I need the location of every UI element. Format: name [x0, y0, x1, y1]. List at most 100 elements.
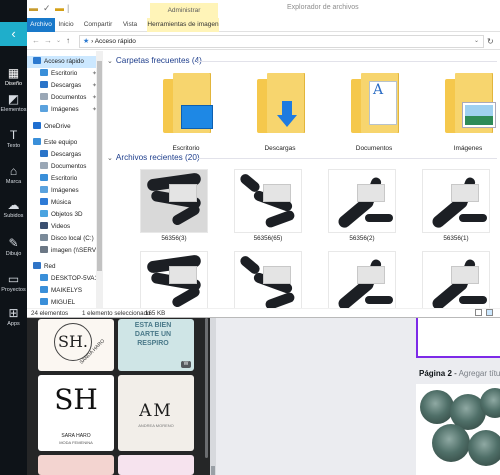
- recent-file[interactable]: [328, 251, 396, 308]
- file-thumbnail: [140, 169, 208, 233]
- nav-item[interactable]: MAIKELYS: [27, 285, 99, 297]
- rail-item-marca[interactable]: ⌂ Marca: [0, 164, 27, 186]
- nav-item-label: Escritorio: [51, 70, 78, 77]
- template-caption: MODA FEMENINA: [59, 440, 93, 445]
- chevron-down-icon[interactable]: ⌄: [474, 36, 479, 47]
- folder-icon: A: [347, 73, 401, 135]
- title-bar: ▬ ✓ ▬ | Administrar Explorador de archiv…: [27, 0, 500, 18]
- pen-icon: ✎: [8, 236, 19, 250]
- ribbon-tab[interactable]: Archivo: [27, 18, 55, 32]
- page-1-preview[interactable]: [416, 318, 500, 358]
- properties-icon[interactable]: ✓: [43, 3, 51, 14]
- recent-locations-chevron-icon[interactable]: ⌄: [56, 35, 61, 47]
- up-arrow-icon[interactable]: ↑: [66, 35, 70, 47]
- file-thumbnail: [234, 169, 302, 233]
- file-thumbnail: [140, 251, 208, 308]
- refresh-icon[interactable]: ↻: [487, 36, 494, 47]
- nav-item-label: MAIKELYS: [51, 287, 83, 294]
- forward-arrow-icon[interactable]: →: [44, 35, 52, 47]
- quick-access-toolbar-dropdown-icon[interactable]: |: [67, 3, 69, 13]
- rail-item-label: Apps: [7, 321, 20, 327]
- ribbon-tab[interactable]: Herramientas de imagen: [147, 18, 219, 32]
- nav-item[interactable]: Documentos: [27, 161, 99, 173]
- nav-item[interactable]: Imágenes ✦: [27, 104, 99, 116]
- content-pane: ⌄ Carpetas frecuentes (4) Escritorio Desca…: [105, 51, 500, 308]
- ribbon-tab[interactable]: Vista: [119, 18, 141, 32]
- template-caption: SARA HARO: [61, 433, 91, 439]
- frequent-folder[interactable]: Escritorio: [151, 73, 221, 153]
- recent-file[interactable]: [140, 251, 208, 308]
- frequent-folder[interactable]: A Documentos: [339, 73, 409, 153]
- rail-item-texto[interactable]: T Texto: [0, 128, 27, 150]
- recent-file[interactable]: 56356(1): [422, 169, 490, 242]
- canvas-scrollbar[interactable]: [210, 318, 216, 475]
- recent-files-header[interactable]: ⌄ Archivos recientes (20): [107, 153, 200, 162]
- rail-item-proyectos[interactable]: ▭ Proyectos: [0, 272, 27, 294]
- frequent-folders-header[interactable]: ⌄ Carpetas frecuentes (4): [107, 56, 202, 65]
- product-label-image: [357, 184, 385, 202]
- large-icons-view-icon[interactable]: [486, 309, 493, 316]
- template-thumbnail[interactable]: SH. SANDA HARO: [38, 319, 114, 371]
- rail-item-subidos[interactable]: ☁ Subidos: [0, 198, 27, 220]
- premium-badge: W: [181, 361, 191, 368]
- nav-item[interactable]: OneDrive: [27, 121, 99, 133]
- landscape-picture-icon: [462, 102, 496, 128]
- canva-side-rail: ‹ ▦ Diseño ◩ Elementos T Texto ⌂ Marca ☁ Subidos ✎…: [0, 0, 27, 475]
- details-view-icon[interactable]: [475, 309, 482, 316]
- pictures-icon: [40, 186, 48, 193]
- navigation-pane-scrollbar[interactable]: [96, 51, 103, 308]
- recent-file[interactable]: 56356(3): [140, 169, 208, 242]
- nav-item-label: Documentos: [51, 163, 87, 170]
- template-thumbnail[interactable]: AM ANDREA MORENO: [118, 375, 194, 451]
- ribbon-tab[interactable]: Inicio: [57, 18, 75, 32]
- rail-item-diseño[interactable]: ▦ Diseño: [0, 66, 27, 88]
- rail-item-dibujo[interactable]: ✎ Dibujo: [0, 236, 27, 258]
- nav-item[interactable]: Descargas ✦: [27, 80, 99, 92]
- ribbon-tab[interactable]: Compartir: [81, 18, 115, 32]
- nav-item-label: Documentos: [51, 94, 87, 101]
- scrollbar-thumb[interactable]: [211, 466, 215, 475]
- rail-item-apps[interactable]: ⊞ Apps: [0, 306, 27, 328]
- nav-item[interactable]: Acceso rápido: [27, 56, 99, 68]
- nav-item[interactable]: Escritorio ✦: [27, 68, 99, 80]
- nav-item-label: Red: [44, 263, 56, 270]
- nav-item[interactable]: Red: [27, 261, 99, 273]
- back-arrow-icon[interactable]: ←: [32, 35, 40, 47]
- rail-item-elementos[interactable]: ◩ Elementos: [0, 92, 27, 114]
- folder-icon[interactable]: ▬: [29, 3, 38, 13]
- frequent-folder[interactable]: Imágenes: [433, 73, 500, 153]
- scrollbar-thumb[interactable]: [97, 61, 102, 271]
- nav-item[interactable]: imagen (\\SERVI: [27, 245, 99, 257]
- nav-item[interactable]: DESKTOP-5VA13: [27, 273, 99, 285]
- collapse-panel-button[interactable]: ‹: [0, 22, 27, 46]
- manage-context-tab-group: Administrar: [150, 3, 218, 18]
- page-2-canvas[interactable]: [416, 384, 500, 475]
- nav-item-label: imagen (\\SERVI: [51, 247, 98, 254]
- template-thumbnail[interactable]: [118, 455, 194, 475]
- nav-item[interactable]: Descargas: [27, 149, 99, 161]
- recent-file[interactable]: [422, 251, 490, 308]
- nav-item[interactable]: Este equipo: [27, 137, 99, 149]
- address-field[interactable]: ★ › Acceso rápido ⌄: [79, 35, 484, 48]
- nav-item[interactable]: Documentos ✦: [27, 92, 99, 104]
- recent-file[interactable]: 56356(2): [328, 169, 396, 242]
- recent-file[interactable]: 56356(65): [234, 169, 302, 242]
- file-explorer-window: ▬ ✓ ▬ | Administrar Explorador de archiv…: [27, 0, 500, 318]
- nav-item[interactable]: Imágenes: [27, 185, 99, 197]
- nav-item[interactable]: Videos: [27, 221, 99, 233]
- template-thumbnail[interactable]: ESTA BIEN DARTE UN RESPIRO W: [118, 319, 194, 371]
- nav-item[interactable]: Escritorio: [27, 173, 99, 185]
- template-thumbnail[interactable]: SH SARA HARO MODA FEMENINA: [38, 375, 114, 451]
- nav-item[interactable]: Música: [27, 197, 99, 209]
- new-folder-icon[interactable]: ▬: [55, 3, 64, 13]
- rail-item-label: Proyectos: [1, 287, 26, 293]
- nav-item[interactable]: Objetos 3D: [27, 209, 99, 221]
- nav-item[interactable]: Disco local (C:): [27, 233, 99, 245]
- file-thumbnail: [422, 251, 490, 308]
- panel-scrollbar[interactable]: [205, 318, 208, 458]
- recent-file[interactable]: [234, 251, 302, 308]
- frequent-folder[interactable]: Descargas: [245, 73, 315, 153]
- template-thumbnail[interactable]: [38, 455, 114, 475]
- nav-item-label: Imágenes: [51, 106, 79, 113]
- page-2-title[interactable]: Página 2 - Agregar título: [419, 369, 500, 378]
